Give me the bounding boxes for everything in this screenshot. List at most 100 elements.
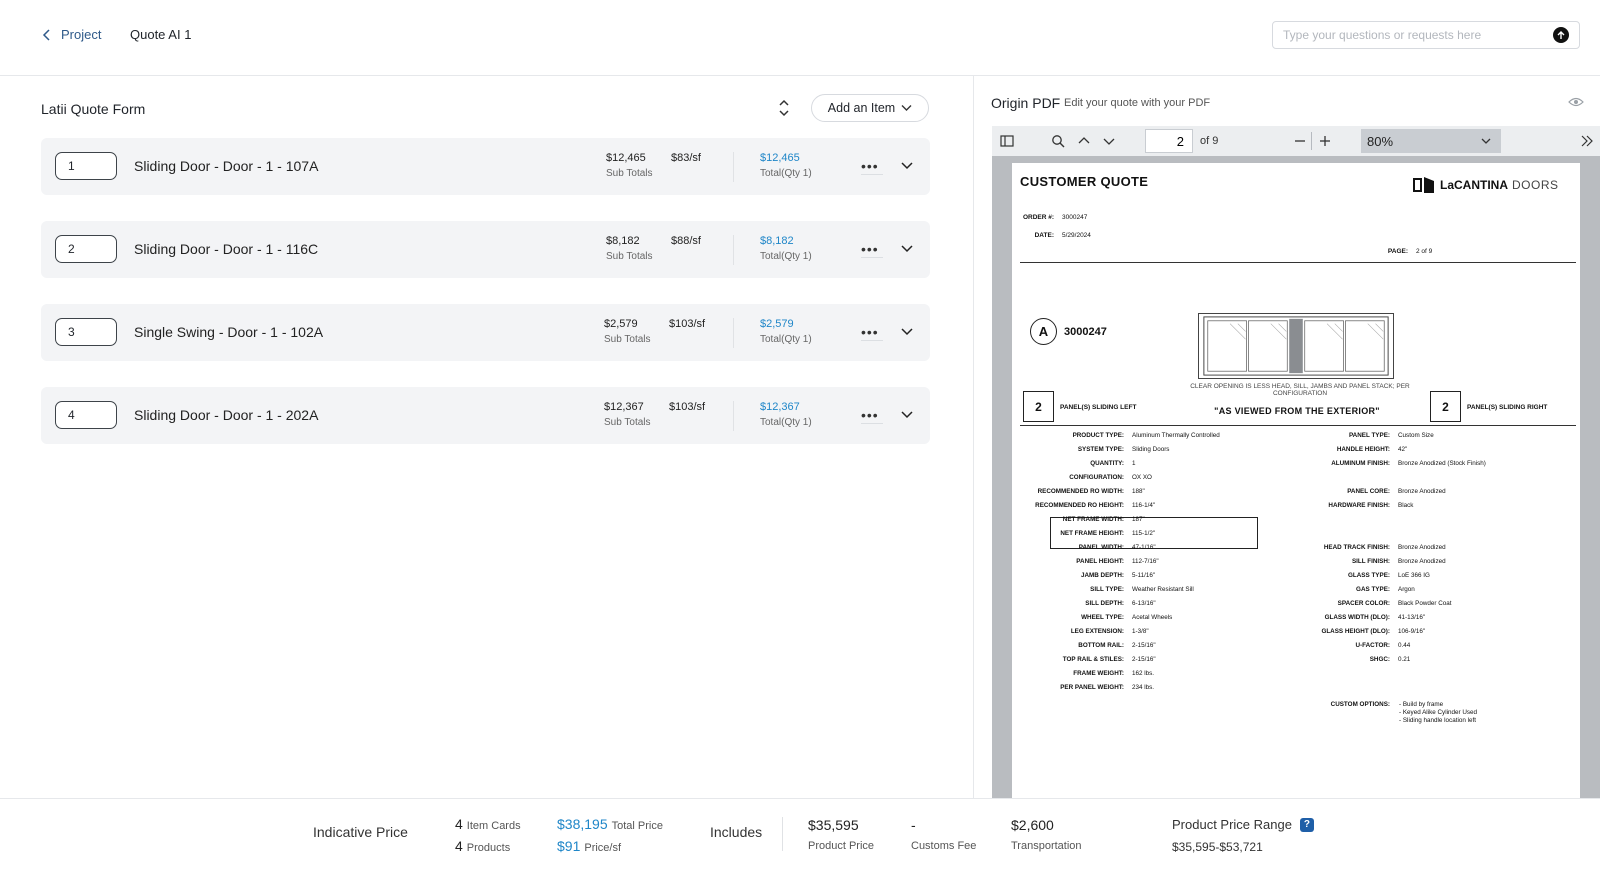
zoom-out-icon[interactable] [1293, 134, 1307, 148]
item-number-input[interactable]: 1 [55, 152, 117, 180]
send-button[interactable] [1553, 27, 1569, 43]
price-range-value: $35,595-$53,721 [1172, 840, 1263, 854]
chevron-down-icon[interactable] [1102, 134, 1116, 148]
doc-page: PAGE: 2 of 9 [1387, 248, 1433, 255]
back-to-project-link[interactable]: Project [42, 27, 101, 42]
spec-key [1282, 527, 1390, 541]
eye-icon[interactable] [1568, 96, 1584, 108]
spec-key: NET FRAME WIDTH: [1062, 516, 1124, 523]
chevron-down-icon[interactable] [900, 409, 914, 421]
item-name: Sliding Door - Door - 1 - 116C [134, 241, 319, 257]
sort-icon[interactable] [776, 98, 792, 118]
spec-row: PANEL HEIGHT: 112-7/16" [1012, 555, 1220, 569]
item-price-per-sf: $83/sf [671, 152, 701, 164]
divider [861, 423, 883, 424]
price-summary-footer: Indicative Price 4 Item Cards 4 Products $… [0, 798, 1600, 872]
spec-value: 2-15/16" [1132, 656, 1156, 663]
item-total-label: Total(Qty 1) [760, 251, 812, 262]
spec-key: SPACER COLOR: [1337, 600, 1390, 607]
pdf-toolbar: of 9 80% [992, 126, 1600, 156]
custom-option: - Sliding handle location left [1399, 717, 1477, 724]
spec-key: PANEL TYPE: [1348, 432, 1390, 439]
zoom-in-icon[interactable] [1318, 134, 1332, 148]
spec-row: JAMB DEPTH: 5-11/16" [1012, 569, 1220, 583]
spec-value: 162 lbs. [1132, 670, 1155, 677]
spec-row: WHEEL TYPE: Acetal Wheels [1012, 611, 1220, 625]
spec-row: CONFIGURATION: OX XO [1012, 471, 1220, 485]
product-price: $35,595 [808, 817, 859, 833]
more-options-icon[interactable]: ••• [861, 324, 879, 340]
form-title: Latii Quote Form [41, 101, 146, 117]
spec-key: GLASS TYPE: [1348, 572, 1390, 579]
divider [861, 340, 883, 341]
pdf-page: CUSTOMER QUOTE LaCANTINA DOORS ORDER #: 3… [1012, 163, 1580, 798]
spec-key [1282, 513, 1390, 527]
item-subtotal-label: Sub Totals [606, 251, 653, 262]
page-number-input[interactable] [1145, 129, 1193, 153]
item-card[interactable]: 2 Sliding Door - Door - 1 - 116C $8,182 … [41, 221, 930, 278]
pdf-viewer[interactable]: CUSTOMER QUOTE LaCANTINA DOORS ORDER #: 3… [992, 156, 1600, 798]
spec-value: OX XO [1132, 474, 1152, 481]
spec-key: PRODUCT TYPE: [1072, 432, 1124, 439]
custom-option: - Keyed Alike Cylinder Used [1399, 709, 1478, 716]
spec-row: NET FRAME WIDTH: 187" [1012, 513, 1220, 527]
divider [861, 174, 883, 175]
total-price: $38,195 Total Price [557, 816, 663, 832]
divider [782, 817, 783, 851]
products-count: 4 Products [455, 838, 511, 854]
spec-row: SILL FINISH: Bronze Anodized [1282, 555, 1486, 569]
item-card[interactable]: 1 Sliding Door - Door - 1 - 107A $12,465… [41, 138, 930, 195]
spec-value: 1-3/8" [1132, 628, 1149, 635]
spec-value: Bronze Anodized (Stock Finish) [1398, 460, 1486, 467]
item-card[interactable]: 4 Sliding Door - Door - 1 - 202A $12,367… [41, 387, 930, 444]
item-price-per-sf: $88/sf [671, 235, 701, 247]
spec-row: QUANTITY: 1 [1012, 457, 1220, 471]
transportation: $2,600 [1011, 817, 1054, 833]
spec-key: PANEL WIDTH: [1078, 544, 1124, 551]
divider [1311, 132, 1312, 150]
search-icon[interactable] [1051, 134, 1065, 148]
panel-label-right: PANEL(S) SLIDING RIGHT [1467, 404, 1548, 411]
chevron-down-icon[interactable] [900, 160, 914, 172]
add-item-label: Add an Item [827, 101, 896, 115]
spec-row [1282, 513, 1486, 527]
more-options-icon[interactable]: ••• [861, 407, 879, 423]
help-icon[interactable]: ? [1299, 817, 1314, 832]
logo-text-light: DOORS [1512, 178, 1559, 192]
more-options-icon[interactable]: ••• [861, 158, 879, 174]
custom-options-label: CUSTOM OPTIONS: [1330, 701, 1390, 708]
quote-form-panel: Latii Quote Form Add an Item 1 Sliding D… [0, 76, 974, 798]
panel-count-right: 2 [1430, 391, 1461, 422]
spec-row: PANEL TYPE: Custom Size [1282, 429, 1486, 443]
more-options-icon[interactable]: ••• [861, 241, 879, 257]
price-range-header: Product Price Range ? [1172, 817, 1314, 832]
chevron-down-icon[interactable] [900, 326, 914, 338]
spec-key: BOTTOM RAIL: [1078, 642, 1124, 649]
chevron-down-icon [901, 105, 912, 111]
page-count: of 9 [1200, 135, 1219, 147]
zoom-value: 80% [1367, 133, 1394, 149]
logo-icon [1413, 177, 1434, 193]
spec-row: RECOMMENDED RO WIDTH: 188" [1012, 485, 1220, 499]
spec-key: HANDLE HEIGHT: [1336, 446, 1390, 453]
viewed-from-exterior: "AS VIEWED FROM THE EXTERIOR" [1214, 406, 1380, 416]
sidebar-toggle-icon[interactable] [1000, 134, 1014, 148]
item-card[interactable]: 3 Single Swing - Door - 1 - 102A $2,579 … [41, 304, 930, 361]
item-subtotal-label: Sub Totals [604, 334, 651, 345]
add-item-button[interactable]: Add an Item [811, 94, 929, 122]
product-price-label: Product Price [808, 840, 875, 852]
item-number-input[interactable]: 2 [55, 235, 117, 263]
zoom-select[interactable]: 80% [1361, 129, 1501, 153]
chevron-up-icon[interactable] [1077, 134, 1091, 148]
company-logo: LaCANTINA DOORS [1412, 176, 1559, 194]
spec-row: GAS TYPE: Argon [1282, 583, 1486, 597]
spec-key: JAMB DEPTH: [1080, 572, 1124, 579]
item-number-input[interactable]: 4 [55, 401, 117, 429]
spec-row: PRODUCT TYPE: Aluminum Thermally Controll… [1012, 429, 1220, 443]
item-total: $12,367 [760, 401, 800, 413]
ask-input[interactable] [1283, 28, 1553, 42]
item-number-input[interactable]: 3 [55, 318, 117, 346]
item-total: $12,465 [760, 152, 800, 164]
chevron-down-icon[interactable] [900, 243, 914, 255]
double-chevron-right-icon[interactable] [1580, 134, 1594, 148]
